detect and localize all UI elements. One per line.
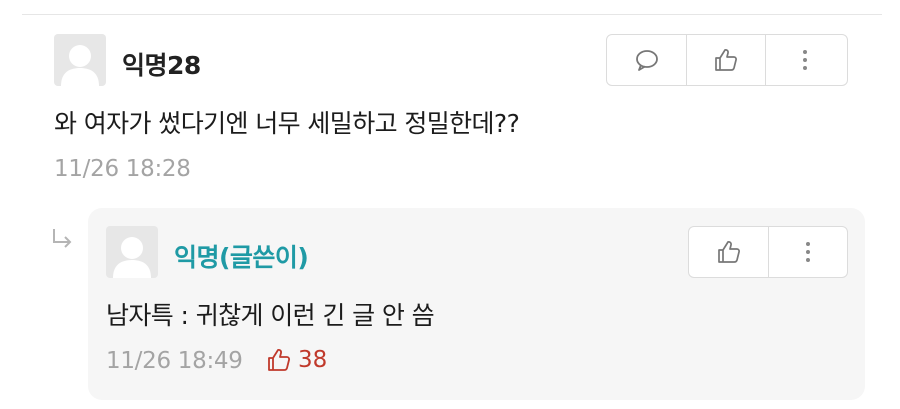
like-count-value: 38 — [298, 347, 328, 373]
comment-actions — [606, 34, 848, 86]
more-icon — [806, 242, 810, 262]
thumbs-up-icon — [715, 49, 737, 71]
top-divider — [22, 14, 882, 15]
like-button[interactable] — [686, 35, 765, 85]
reply-author[interactable]: 익명(글쓴이) — [174, 238, 309, 274]
reply-arrow-icon — [53, 229, 72, 248]
more-icon — [803, 50, 807, 70]
comment-text: 와 여자가 썼다기엔 너무 세밀하고 정밀한데?? — [54, 109, 520, 138]
comment-timestamp: 11/26 18:28 — [54, 156, 191, 182]
avatar[interactable] — [54, 34, 106, 86]
thumbs-up-icon — [268, 349, 291, 371]
reply-text: 남자특 : 귀찮게 이런 긴 글 안 씀 — [106, 301, 435, 330]
reply-like-count[interactable]: 38 — [266, 347, 327, 373]
reply-icon — [635, 50, 658, 71]
reply-button[interactable] — [607, 35, 686, 85]
reply-like-button[interactable] — [689, 227, 768, 277]
thumbs-up-icon — [717, 241, 740, 263]
comment-author[interactable]: 익명28 — [122, 46, 201, 82]
reply-more-button[interactable] — [768, 227, 847, 277]
more-button[interactable] — [765, 35, 844, 85]
reply-actions — [688, 226, 848, 278]
reply-avatar[interactable] — [106, 226, 158, 278]
reply-timestamp: 11/26 18:49 — [106, 348, 243, 374]
